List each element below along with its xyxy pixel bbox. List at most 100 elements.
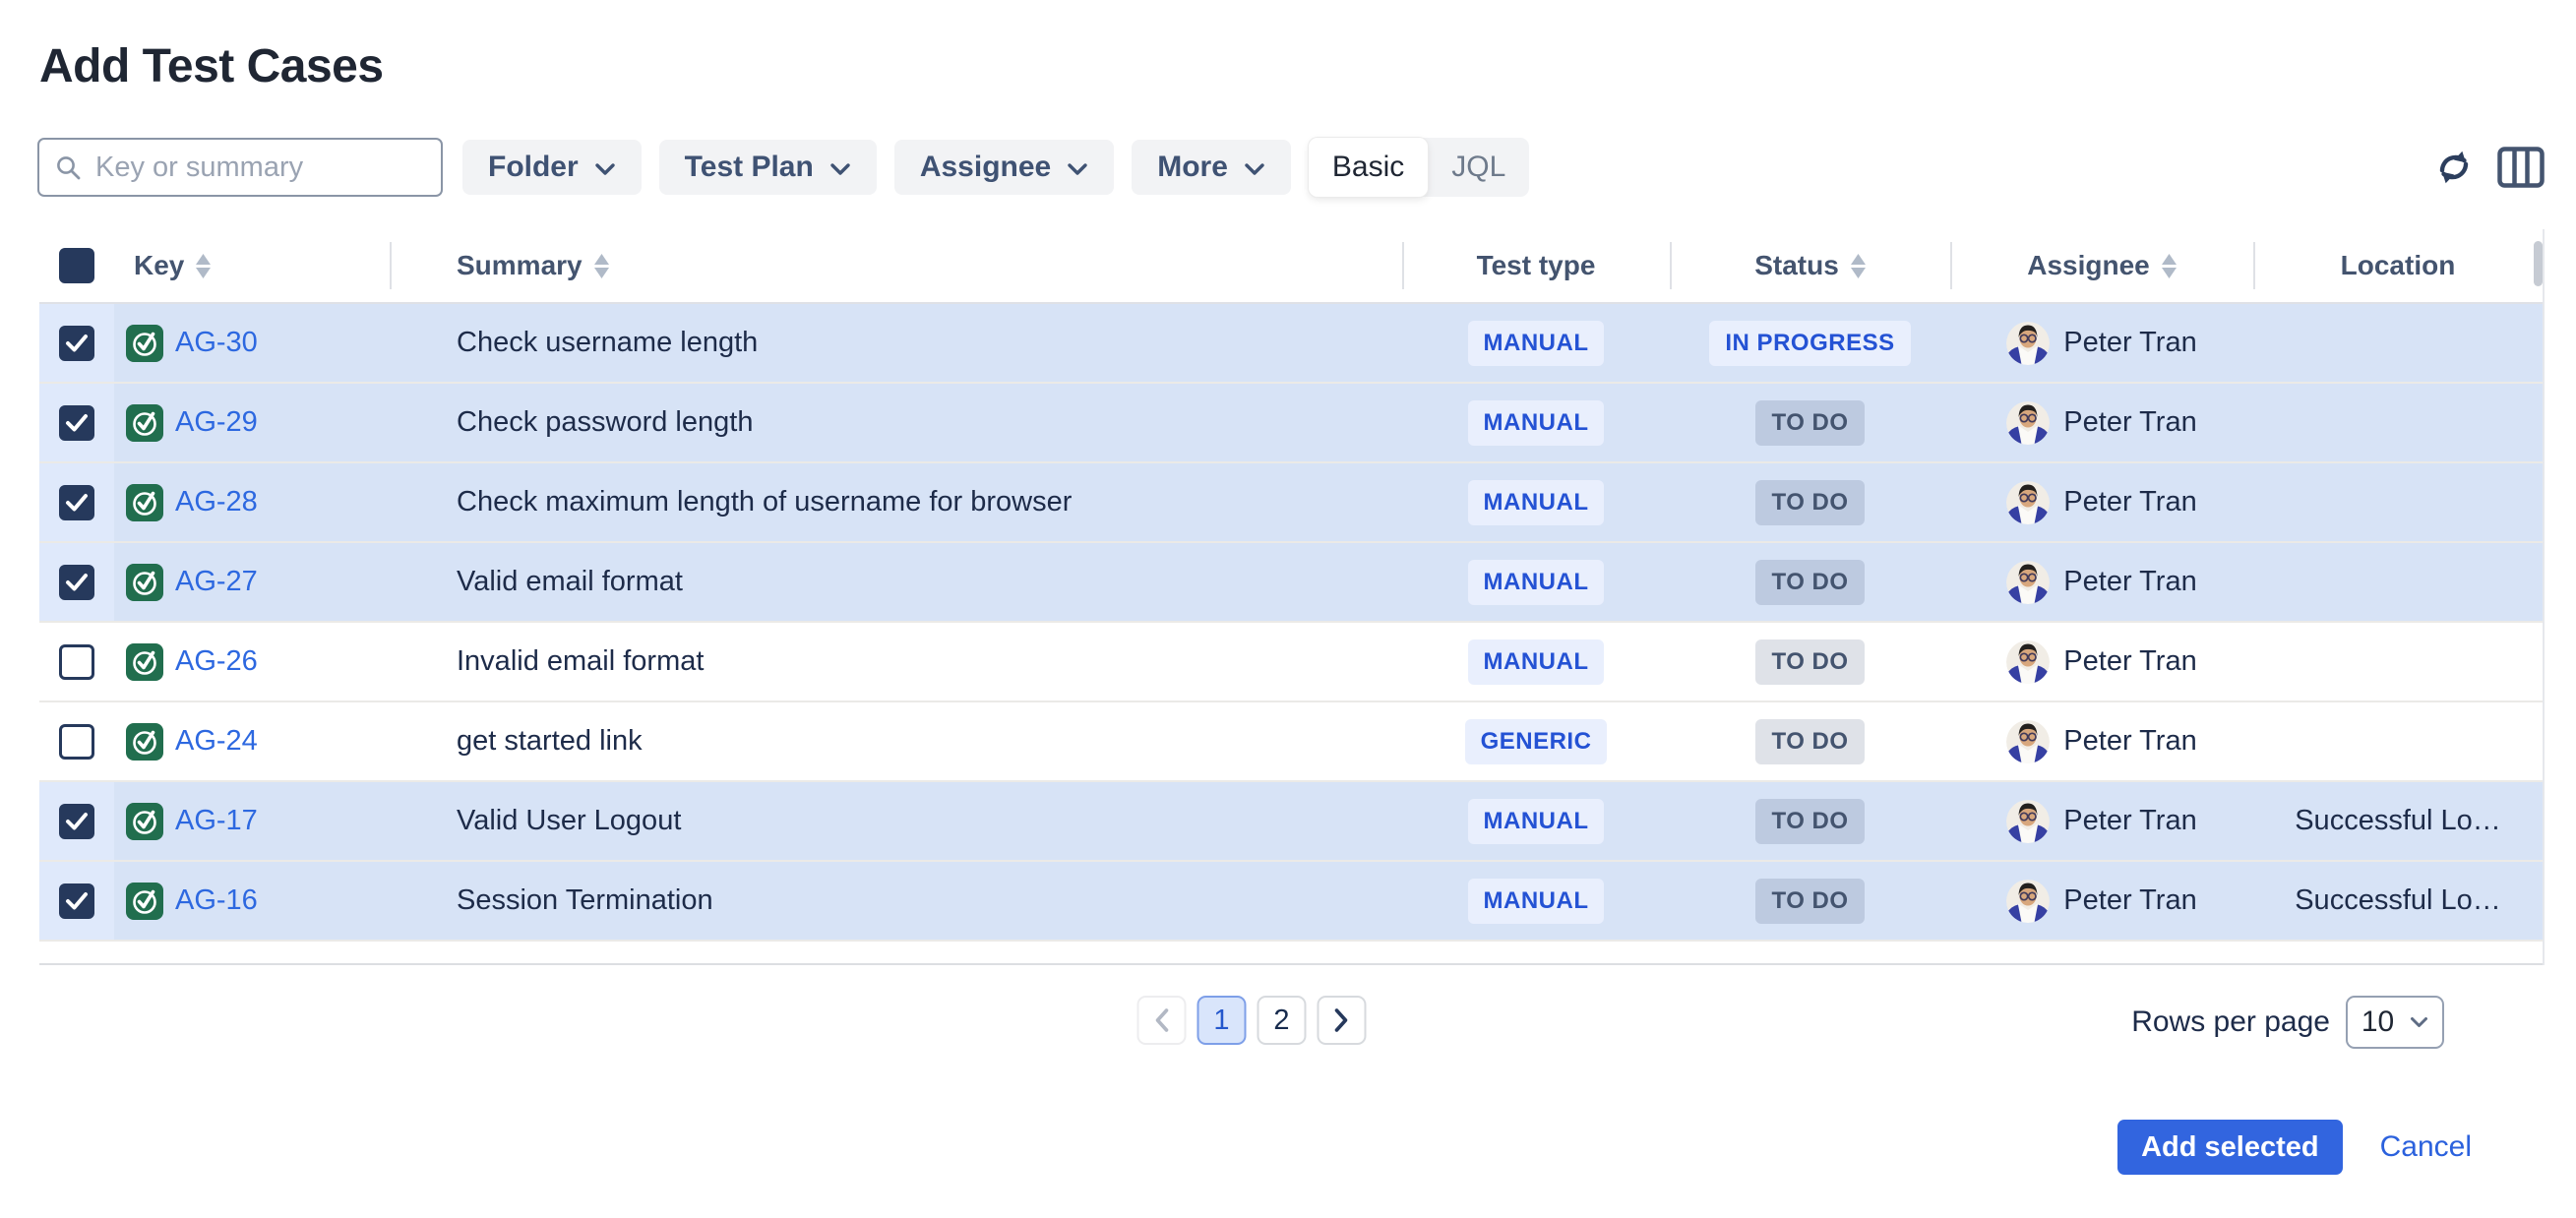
test-type-badge: MANUAL [1468, 799, 1605, 844]
assignee-name: Peter Tran [2063, 327, 2196, 359]
column-header-test-type: Test type [1402, 229, 1670, 302]
test-case-key-link[interactable]: AG-17 [175, 805, 258, 837]
vertical-scrollbar-thumb[interactable] [2534, 241, 2543, 286]
test-case-summary: Session Termination [390, 862, 1402, 940]
column-header-location: Location [2253, 229, 2543, 302]
chevron-down-icon [829, 151, 851, 184]
test-case-key-link[interactable]: AG-26 [175, 645, 258, 678]
search-icon [55, 154, 82, 181]
location-text: Successful Lo… [2253, 862, 2543, 940]
table-row[interactable]: AG-26Invalid email formatMANUALTO DO Pet… [39, 623, 2543, 702]
filter-test-plan-button[interactable]: Test Plan [659, 140, 877, 195]
table-row[interactable]: AG-17Valid User LogoutMANUALTO DO Peter … [39, 782, 2543, 862]
test-case-icon [126, 803, 163, 840]
row-checkbox[interactable] [59, 326, 94, 361]
sort-icon[interactable] [2162, 254, 2177, 278]
location-text [2253, 384, 2543, 461]
next-page-button[interactable] [1318, 996, 1367, 1045]
test-case-summary: get started link [390, 702, 1402, 780]
sort-icon[interactable] [196, 254, 211, 278]
location-text [2253, 463, 2543, 541]
refresh-icon[interactable] [2428, 142, 2480, 193]
test-case-icon [126, 325, 163, 362]
columns-icon[interactable] [2495, 142, 2546, 193]
test-case-key-link[interactable]: AG-27 [175, 566, 258, 598]
test-type-badge: MANUAL [1468, 560, 1605, 605]
table-row[interactable]: AG-30Check username lengthMANUALIN PROGR… [39, 304, 2543, 384]
table-footer-strip [39, 942, 2543, 965]
row-checkbox[interactable] [59, 644, 94, 680]
avatar [2006, 561, 2050, 604]
test-case-summary: Valid email format [390, 543, 1402, 621]
chevron-down-icon [594, 151, 616, 184]
test-cases-table: Key Summary Test type Status Assignee Lo… [39, 229, 2545, 965]
test-case-key-link[interactable]: AG-16 [175, 884, 258, 917]
search-box[interactable] [37, 138, 443, 197]
assignee-name: Peter Tran [2063, 566, 2196, 598]
prev-page-button[interactable] [1137, 996, 1187, 1045]
mode-jql-tab[interactable]: JQL [1428, 138, 1529, 197]
row-checkbox[interactable] [59, 405, 94, 441]
row-checkbox[interactable] [59, 485, 94, 520]
page-1-button[interactable]: 1 [1197, 996, 1247, 1045]
status-badge: TO DO [1755, 480, 1864, 525]
column-header-summary[interactable]: Summary [390, 229, 1402, 302]
add-test-cases-dialog: Add Test Cases Folder Test Plan Assignee… [0, 0, 2576, 1218]
row-checkbox[interactable] [59, 565, 94, 600]
test-case-icon [126, 643, 163, 681]
test-case-key-link[interactable]: AG-28 [175, 486, 258, 518]
avatar [2006, 401, 2050, 445]
assignee-name: Peter Tran [2063, 884, 2196, 917]
avatar [2006, 481, 2050, 524]
sort-icon[interactable] [594, 254, 609, 278]
row-checkbox[interactable] [59, 724, 94, 760]
add-selected-button[interactable]: Add selected [2117, 1120, 2343, 1175]
chevron-down-icon [1244, 151, 1265, 184]
test-type-badge: MANUAL [1468, 879, 1605, 924]
table-row[interactable]: AG-24get started linkGENERICTO DO Peter … [39, 702, 2543, 782]
avatar [2006, 322, 2050, 365]
search-mode-toggle: Basic JQL [1309, 138, 1529, 197]
table-row[interactable]: AG-28Check maximum length of username fo… [39, 463, 2543, 543]
avatar [2006, 720, 2050, 763]
table-row[interactable]: AG-27Valid email formatMANUALTO DO Peter… [39, 543, 2543, 623]
test-case-key-link[interactable]: AG-29 [175, 406, 258, 439]
rows-per-page-select[interactable]: 10 [2346, 996, 2444, 1049]
filter-assignee-button[interactable]: Assignee [894, 140, 1114, 195]
row-checkbox[interactable] [59, 883, 94, 919]
search-input[interactable] [93, 151, 425, 185]
status-badge: TO DO [1755, 719, 1864, 764]
cancel-link[interactable]: Cancel [2380, 1130, 2472, 1164]
test-case-key-link[interactable]: AG-24 [175, 725, 258, 758]
table-row[interactable]: AG-16Session TerminationMANUALTO DO Pete… [39, 862, 2543, 942]
assignee-name: Peter Tran [2063, 486, 2196, 518]
column-header-key[interactable]: Key [114, 229, 390, 302]
row-checkbox[interactable] [59, 804, 94, 839]
status-badge: TO DO [1755, 400, 1864, 446]
rows-per-page-label: Rows per page [2131, 1005, 2330, 1039]
toolbar: Folder Test Plan Assignee More Basic JQL [37, 136, 2546, 199]
test-type-badge: MANUAL [1468, 321, 1605, 366]
page-title: Add Test Cases [39, 39, 384, 93]
filter-more-button[interactable]: More [1132, 140, 1291, 195]
mode-basic-tab[interactable]: Basic [1309, 138, 1428, 197]
avatar [2006, 640, 2050, 684]
rows-per-page: Rows per page 10 [2131, 996, 2444, 1049]
test-type-badge: MANUAL [1468, 639, 1605, 685]
sort-icon[interactable] [1851, 254, 1866, 278]
test-type-badge: MANUAL [1468, 400, 1605, 446]
column-header-assignee[interactable]: Assignee [1950, 229, 2253, 302]
footer-actions: Add selected Cancel [2117, 1120, 2472, 1175]
page-2-button[interactable]: 2 [1257, 996, 1307, 1045]
table-row[interactable]: AG-29Check password lengthMANUALTO DO Pe… [39, 384, 2543, 463]
table-header-row: Key Summary Test type Status Assignee Lo… [39, 229, 2543, 304]
test-type-badge: GENERIC [1465, 719, 1608, 764]
select-all-checkbox[interactable] [59, 248, 94, 283]
filter-folder-button[interactable]: Folder [462, 140, 642, 195]
location-text: Successful Lo… [2253, 782, 2543, 860]
pagination-band: 1 2 Rows per page 10 [39, 996, 2543, 1049]
chevron-down-icon [1067, 151, 1088, 184]
assignee-name: Peter Tran [2063, 645, 2196, 678]
test-case-key-link[interactable]: AG-30 [175, 327, 258, 359]
column-header-status[interactable]: Status [1670, 229, 1950, 302]
